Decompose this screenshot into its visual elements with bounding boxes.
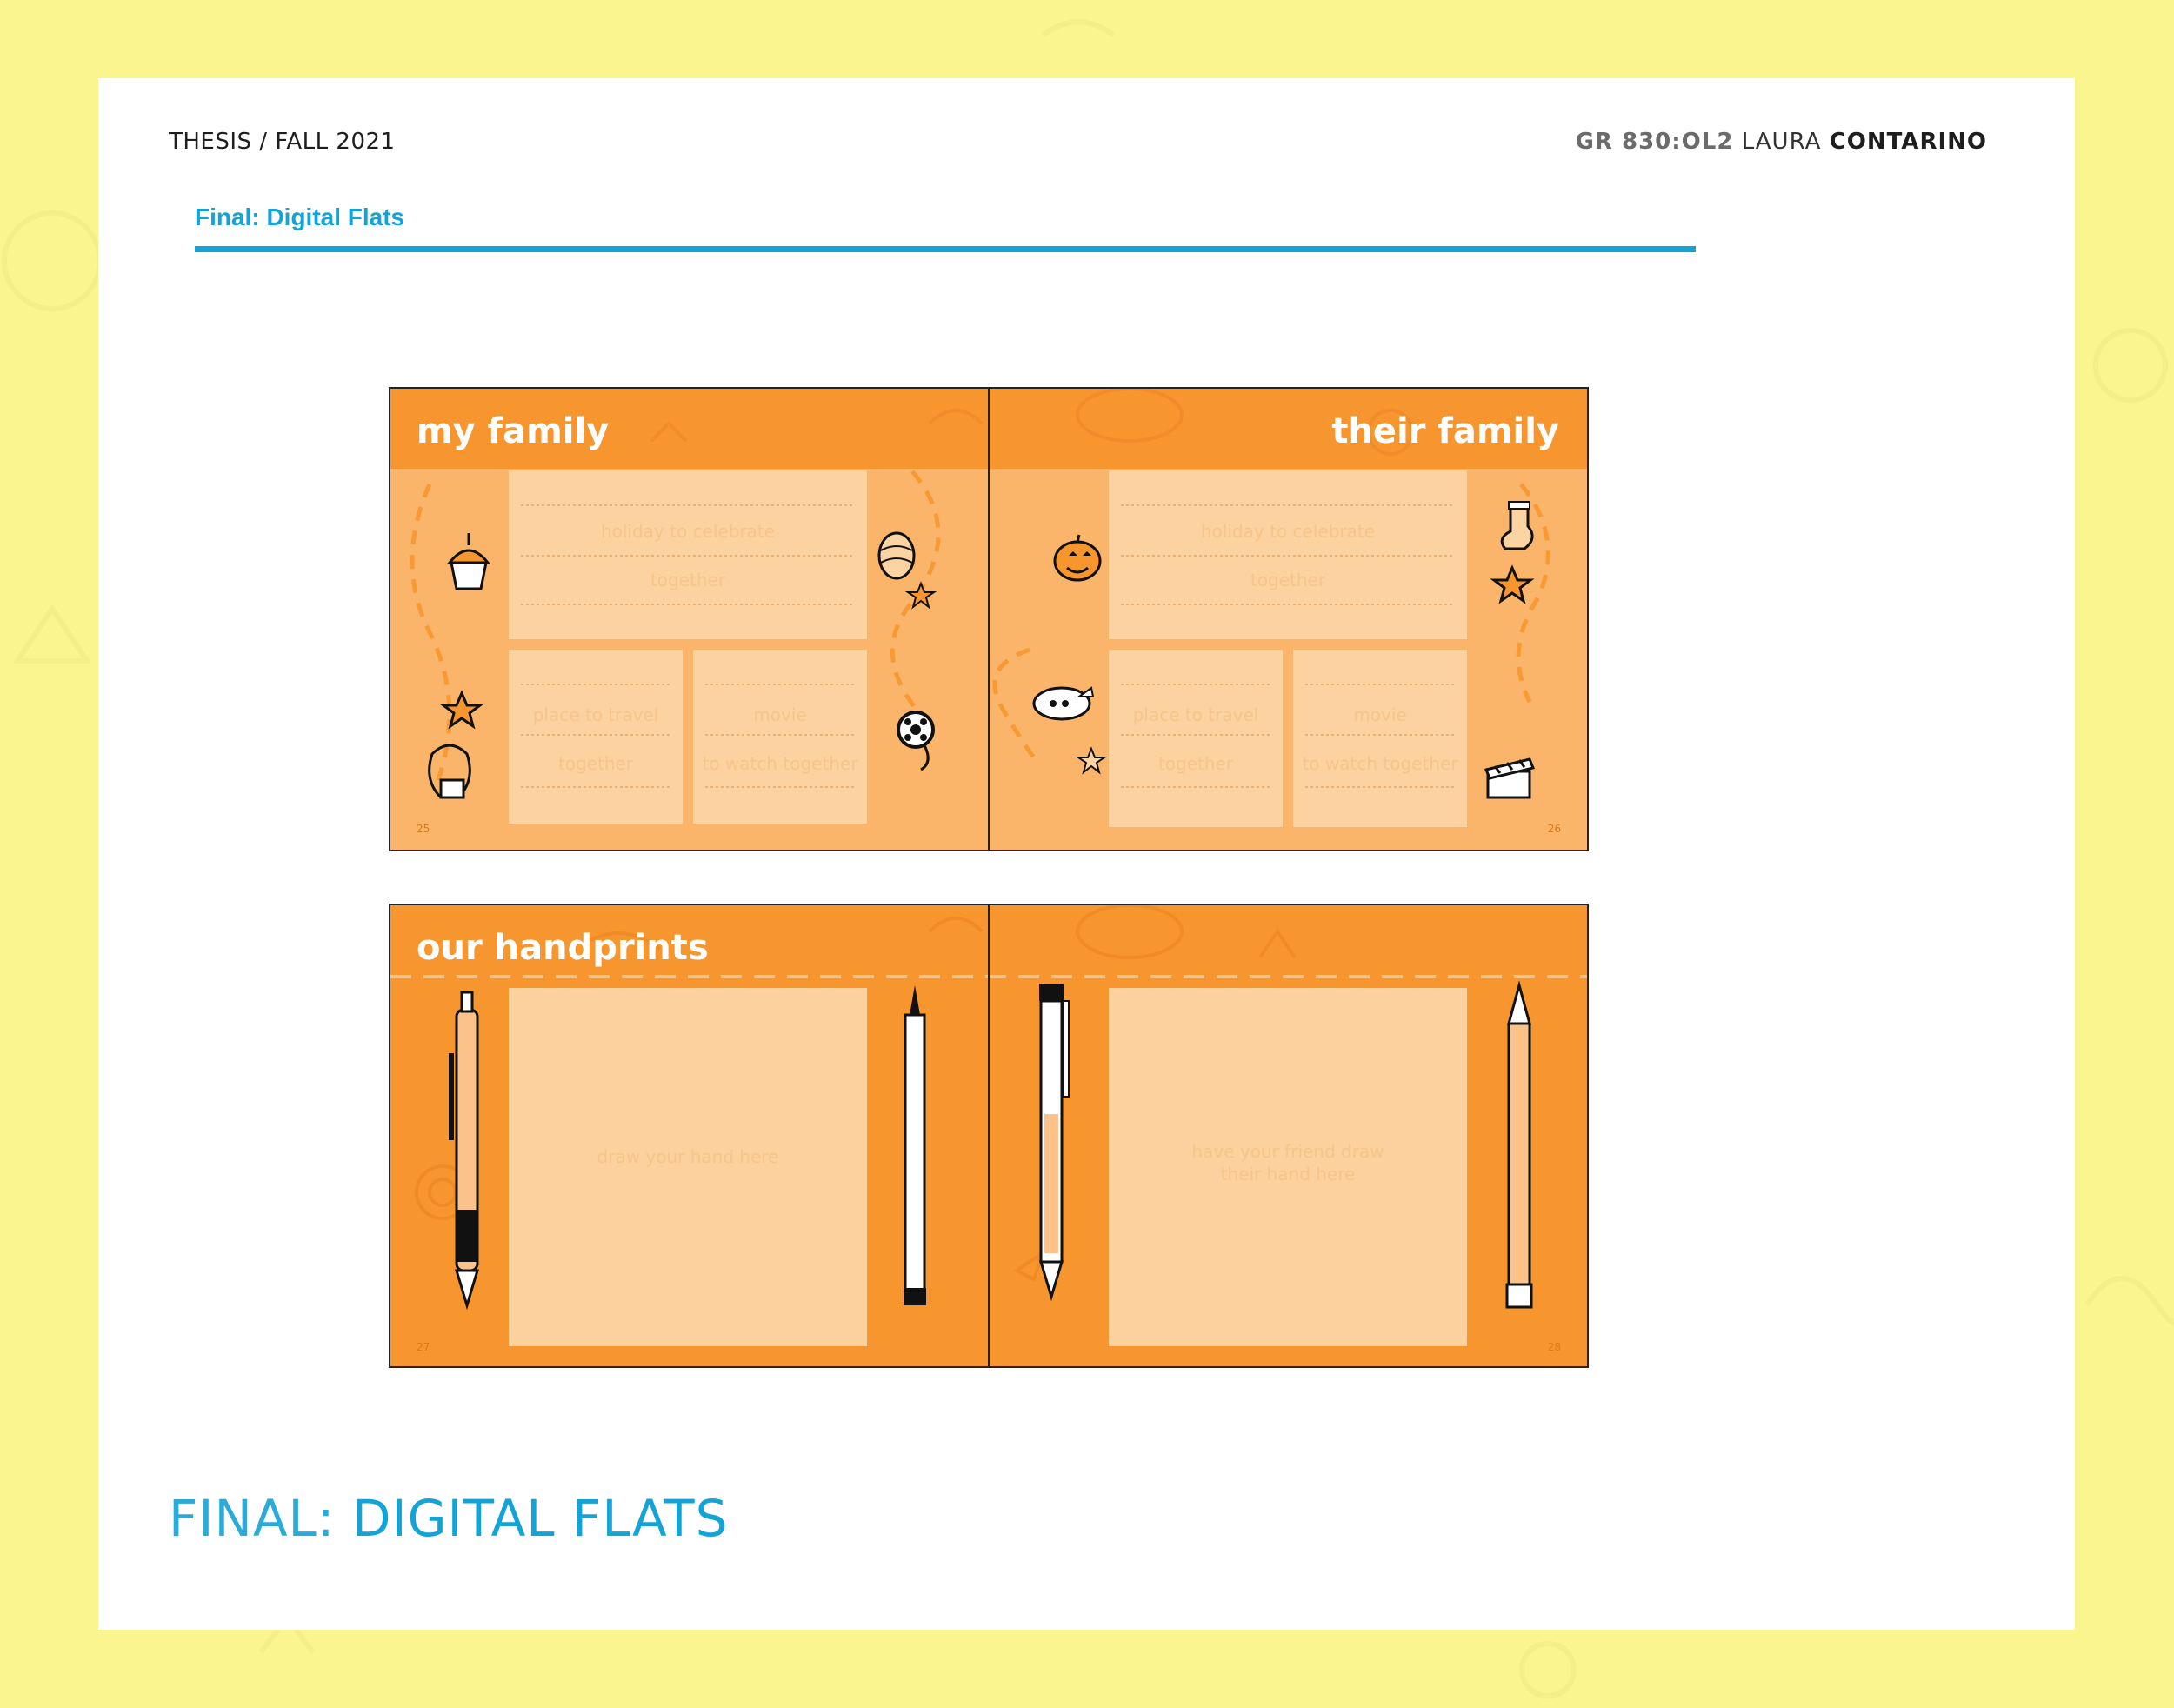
movie-box-right xyxy=(1293,650,1467,827)
section-label: Final: Digital Flats xyxy=(195,203,405,230)
travel-label-line1: place to travel xyxy=(533,704,659,725)
movie-label-line2: to watch together xyxy=(702,753,858,774)
right-hand-hint-line1: have your friend draw xyxy=(1191,1141,1384,1162)
movie-label-right-line2: to watch together xyxy=(1302,753,1458,774)
section-divider xyxy=(195,246,1696,252)
author-last-name: CONTARINO xyxy=(1829,129,1987,155)
travel-label-right-line2: together xyxy=(1158,753,1234,774)
left-hand-panel xyxy=(509,988,867,1346)
page-title-my-family: my family xyxy=(417,411,609,451)
movie-label-right-line1: movie xyxy=(1353,704,1406,725)
holiday-box-right xyxy=(1109,470,1467,639)
header-course-author: GR 830:OL2 LAURA CONTARINO xyxy=(1576,129,1987,155)
holiday-label-line2: together xyxy=(650,570,726,590)
author-first-name: LAURA xyxy=(1741,129,1822,155)
right-hand-hint-line2: their hand here xyxy=(1221,1164,1356,1184)
travel-label-right-line1: place to travel xyxy=(1133,704,1259,725)
spread-handprints: our handprints draw your hand here have … xyxy=(389,904,1589,1368)
footer-title: FINAL: DIGITAL FLATS xyxy=(169,1489,728,1548)
presentation-page: THESIS / FALL 2021 GR 830:OL2 LAURA CONT… xyxy=(98,78,2075,1630)
pen-icon xyxy=(904,985,926,1305)
holiday-label-line1: holiday to celebrate xyxy=(601,521,775,542)
page-number-26: 26 xyxy=(1548,823,1561,835)
page-number-25: 25 xyxy=(417,823,430,835)
page-number-27: 27 xyxy=(417,1341,430,1353)
travel-box-right xyxy=(1109,650,1283,827)
page-title-our-handprints: our handprints xyxy=(417,928,709,968)
spread-family: my family holiday to celebrate together … xyxy=(389,387,1589,851)
footer-title-main: DIGITAL FLATS xyxy=(351,1489,729,1548)
header-thesis-label: THESIS / FALL 2021 xyxy=(169,129,396,155)
footer-title-prefix: FINAL: xyxy=(169,1489,336,1548)
easter-egg-icon xyxy=(877,531,916,580)
left-hand-hint: draw your hand here xyxy=(597,1146,779,1167)
page-number-28: 28 xyxy=(1548,1341,1561,1353)
holiday-label-right-line1: holiday to celebrate xyxy=(1201,521,1375,542)
course-code: GR 830:OL2 xyxy=(1575,129,1734,155)
holiday-box xyxy=(509,470,867,639)
travel-box xyxy=(509,650,683,824)
travel-label-line2: together xyxy=(558,753,634,774)
pencil-icon xyxy=(1505,980,1533,1309)
holiday-label-right-line2: together xyxy=(1250,570,1326,590)
movie-label-line1: movie xyxy=(753,704,806,725)
mechanical-pencil-icon xyxy=(449,991,480,1311)
page-title-their-family: their family xyxy=(1331,411,1559,451)
movie-box xyxy=(693,650,867,824)
